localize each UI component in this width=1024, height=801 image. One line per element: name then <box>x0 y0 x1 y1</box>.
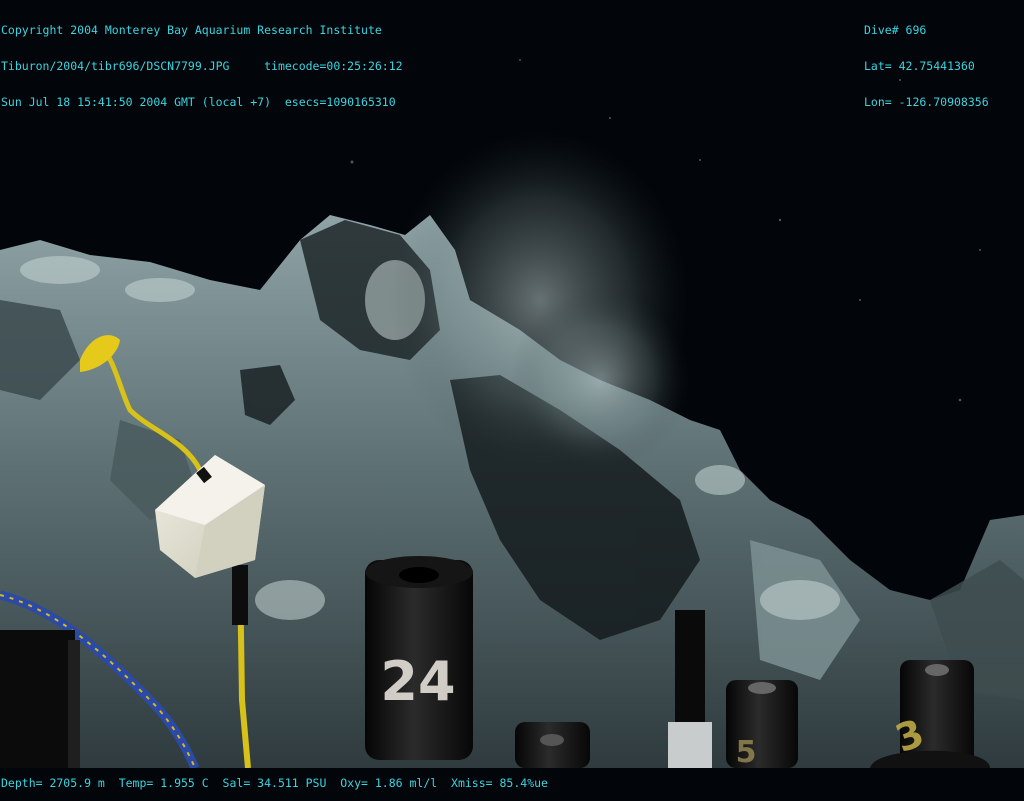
camera-metadata-overlay: Copyright 2004 Monterey Bay Aquarium Res… <box>1 0 403 120</box>
vehicle-frame <box>0 630 75 768</box>
copyright-line: Copyright 2004 Monterey Bay Aquarium Res… <box>1 23 382 37</box>
metal-rod <box>675 610 705 730</box>
dive-position-overlay: Dive# 696 Lat= 42.75441360 Lon= -126.709… <box>864 0 989 120</box>
dive-number: Dive# 696 <box>864 23 927 37</box>
file-timecode-line: Tiburon/2004/tibr696/DSCN7799.JPG timeco… <box>1 59 403 73</box>
sensor-readout-overlay: Depth= 2705.9 m Temp= 1.955 C Sal= 34.51… <box>1 753 548 801</box>
tube-number-left: 24 <box>380 650 455 713</box>
datetime-line: Sun Jul 18 15:41:50 2004 GMT (local +7) … <box>1 95 396 109</box>
latitude: Lat= 42.75441360 <box>864 59 975 73</box>
sensor-readout: Depth= 2705.9 m Temp= 1.955 C Sal= 34.51… <box>1 776 548 790</box>
tube-number-mid: 5 <box>736 735 757 768</box>
longitude: Lon= -126.70908356 <box>864 95 989 109</box>
